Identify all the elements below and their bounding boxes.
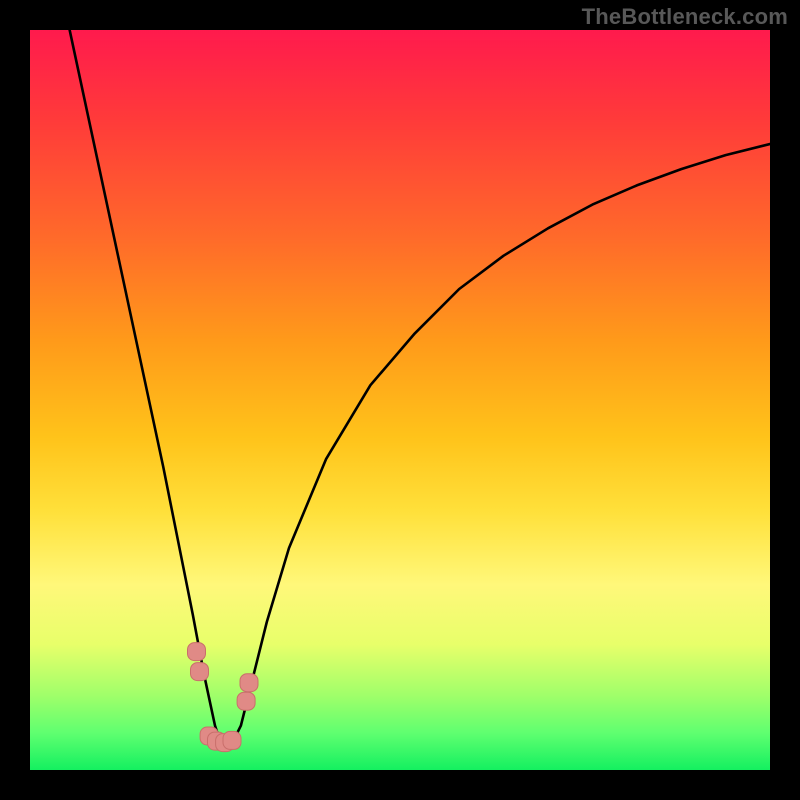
curve-marker bbox=[216, 734, 234, 752]
markers-group bbox=[188, 643, 259, 752]
watermark-label: TheBottleneck.com bbox=[582, 4, 788, 30]
curve-marker bbox=[223, 731, 241, 749]
curve-marker bbox=[191, 663, 209, 681]
curve-marker bbox=[237, 692, 255, 710]
curve-marker bbox=[200, 727, 218, 745]
curve-marker bbox=[208, 732, 226, 750]
bottleneck-curve bbox=[30, 30, 770, 748]
chart-svg bbox=[30, 30, 770, 770]
curve-marker bbox=[188, 643, 206, 661]
plot-area bbox=[30, 30, 770, 770]
curve-marker bbox=[240, 674, 258, 692]
chart-frame: TheBottleneck.com bbox=[0, 0, 800, 800]
